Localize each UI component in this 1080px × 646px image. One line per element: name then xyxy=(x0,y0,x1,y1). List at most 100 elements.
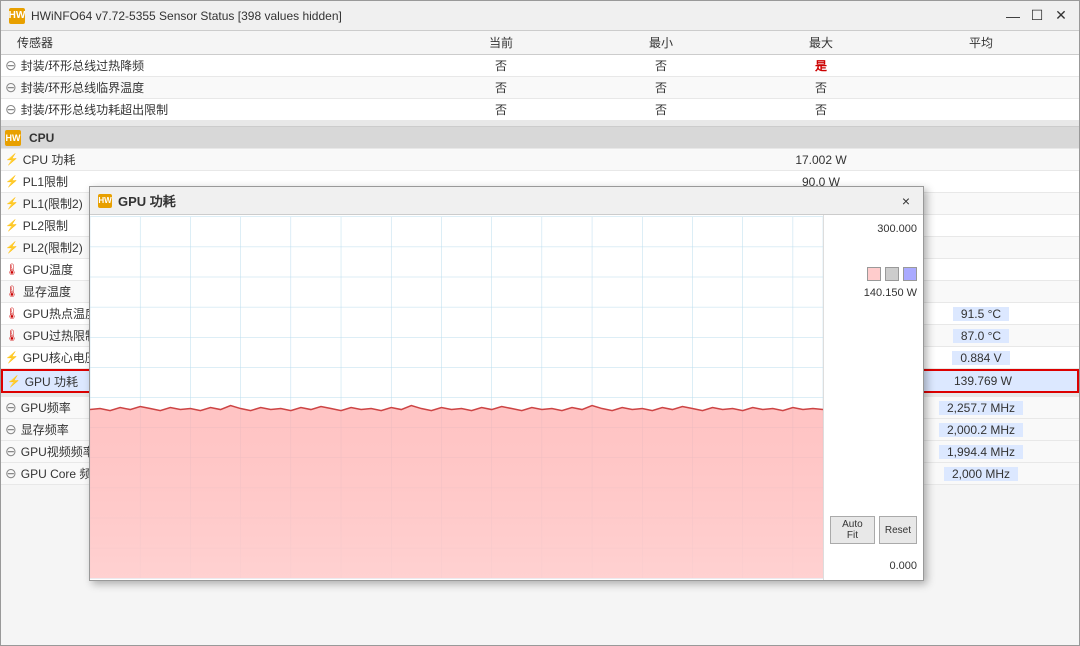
lightning-icon: ⚡ xyxy=(5,241,19,254)
cell-avg: 1,994.4 MHz xyxy=(901,445,1061,459)
row-label: GPU热点温度 xyxy=(23,305,97,322)
cell-max: 否 xyxy=(741,79,901,96)
row-label: 显存频率 xyxy=(21,421,69,438)
lightning-icon: ⚡ xyxy=(5,153,19,166)
col-header-max: 最大 xyxy=(741,34,901,51)
minimize-button[interactable]: — xyxy=(1003,6,1023,26)
cell-avg: 87.0 °C xyxy=(901,329,1061,343)
cell-max: 17.002 W xyxy=(741,153,901,167)
cell-avg: 2,257.7 MHz xyxy=(901,401,1061,415)
chart-right-panel: 300.000 140.150 W Auto Fit Reset 0.000 xyxy=(823,215,923,580)
title-bar: HW HWiNFO64 v7.72-5355 Sensor Status [39… xyxy=(1,1,1079,31)
cell-name: ⊖ 封装/环形总线过热降频 xyxy=(1,57,421,74)
row-label: CPU 功耗 xyxy=(23,151,76,168)
row-label: 封装/环形总线功耗超出限制 xyxy=(21,101,168,118)
section-label: CPU xyxy=(29,131,54,145)
chart-svg-container xyxy=(90,215,823,580)
cell-name: ⊖ 封装/环形总线功耗超出限制 xyxy=(1,101,421,118)
chart-color-squares xyxy=(830,267,917,281)
cell-name: HW CPU xyxy=(1,130,421,146)
maximize-button[interactable]: ☐ xyxy=(1027,6,1047,26)
row-label: GPU 功耗 xyxy=(25,373,78,390)
thermometer-icon: 🌡 xyxy=(5,263,19,276)
lightning-icon: ⚡ xyxy=(5,197,19,210)
auto-fit-button[interactable]: Auto Fit xyxy=(830,516,875,544)
chart-buttons: Auto Fit Reset xyxy=(830,516,917,544)
col-header-current: 当前 xyxy=(421,34,581,51)
cell-min: 否 xyxy=(581,101,741,118)
cell-avg: 0.884 V xyxy=(901,351,1061,365)
row-label: GPU频率 xyxy=(21,399,71,416)
lightning-icon: ⚡ xyxy=(5,219,19,232)
cell-name: ⚡ CPU 功耗 xyxy=(1,151,421,168)
circle-minus-icon: ⊖ xyxy=(5,399,17,416)
window-title: HWiNFO64 v7.72-5355 Sensor Status [398 v… xyxy=(31,9,342,23)
cell-max: 是 xyxy=(741,57,901,74)
row-label: GPU核心电压 xyxy=(23,349,97,366)
circle-minus-icon: ⊖ xyxy=(5,57,17,74)
chart-y-min: 0.000 xyxy=(830,560,917,572)
chart-close-button[interactable]: × xyxy=(897,192,915,210)
chart-svg xyxy=(90,215,823,580)
circle-minus-icon: ⊖ xyxy=(5,79,17,96)
cell-max: 否 xyxy=(741,101,901,118)
col-header-name: 传感器 xyxy=(1,34,421,51)
lightning-icon: ⚡ xyxy=(5,175,19,188)
cell-min: 否 xyxy=(581,57,741,74)
cell-current: 否 xyxy=(421,57,581,74)
section-header-cpu: HW CPU xyxy=(1,127,1079,149)
lightning-icon: ⚡ xyxy=(7,375,21,388)
chart-y-mid: 140.150 W xyxy=(830,287,917,299)
col-header-avg: 平均 xyxy=(901,34,1061,51)
row-label: PL1限制 xyxy=(23,173,68,190)
table-row: ⊖ 封装/环形总线功耗超出限制 否 否 否 xyxy=(1,99,1079,121)
row-label: GPU过热限制 xyxy=(23,327,97,344)
cell-min: 否 xyxy=(581,79,741,96)
table-row: ⚡ CPU 功耗 17.002 W xyxy=(1,149,1079,171)
col-header-min: 最小 xyxy=(581,34,741,51)
chart-y-max: 300.000 xyxy=(830,223,917,235)
cell-avg: 2,000 MHz xyxy=(901,467,1061,481)
row-label: 显存温度 xyxy=(23,283,71,300)
chart-title-bar: HW GPU 功耗 × xyxy=(90,187,923,215)
chart-title: GPU 功耗 xyxy=(118,191,176,210)
chart-window: HW GPU 功耗 × xyxy=(89,186,924,581)
cell-name: ⊖ 封装/环形总线临界温度 xyxy=(1,79,421,96)
color-square-pink xyxy=(867,267,881,281)
circle-minus-icon: ⊖ xyxy=(5,101,17,118)
row-label: GPU视频频率 xyxy=(21,443,95,460)
thermometer-icon: 🌡 xyxy=(5,285,19,298)
table-area: 传感器 当前 最小 最大 平均 ⊖ 封装/环形总线过热降频 否 否 是 xyxy=(1,31,1079,645)
row-label: GPU温度 xyxy=(23,261,73,278)
chart-content: 300.000 140.150 W Auto Fit Reset 0.000 xyxy=(90,215,923,580)
close-button[interactable]: ✕ xyxy=(1051,6,1071,26)
row-label: 封装/环形总线临界温度 xyxy=(21,79,144,96)
circle-minus-icon: ⊖ xyxy=(5,465,17,482)
thermometer-icon: 🌡 xyxy=(5,329,19,342)
title-bar-controls: — ☐ ✕ xyxy=(1003,6,1071,26)
cell-avg: 2,000.2 MHz xyxy=(901,423,1061,437)
row-label: PL2(限制2) xyxy=(23,239,83,256)
section-icon: HW xyxy=(5,130,21,146)
circle-minus-icon: ⊖ xyxy=(5,443,17,460)
thermometer-icon: 🌡 xyxy=(5,307,19,320)
row-label: PL1(限制2) xyxy=(23,195,83,212)
table-row: ⊖ 封装/环形总线临界温度 否 否 否 xyxy=(1,77,1079,99)
lightning-icon: ⚡ xyxy=(5,351,19,364)
title-bar-left: HW HWiNFO64 v7.72-5355 Sensor Status [39… xyxy=(9,8,342,24)
chart-title-left: HW GPU 功耗 xyxy=(98,191,176,210)
main-window: HW HWiNFO64 v7.72-5355 Sensor Status [39… xyxy=(0,0,1080,646)
reset-button[interactable]: Reset xyxy=(879,516,917,544)
app-icon: HW xyxy=(9,8,25,24)
cell-current: 否 xyxy=(421,101,581,118)
cell-avg: 91.5 °C xyxy=(901,307,1061,321)
chart-icon: HW xyxy=(98,194,112,208)
row-label: 封装/环形总线过热降频 xyxy=(21,57,144,74)
circle-minus-icon: ⊖ xyxy=(5,421,17,438)
color-square-gray xyxy=(885,267,899,281)
row-label: PL2限制 xyxy=(23,217,68,234)
column-headers: 传感器 当前 最小 最大 平均 xyxy=(1,31,1079,55)
cell-current: 否 xyxy=(421,79,581,96)
table-row: ⊖ 封装/环形总线过热降频 否 否 是 xyxy=(1,55,1079,77)
color-square-blue xyxy=(903,267,917,281)
